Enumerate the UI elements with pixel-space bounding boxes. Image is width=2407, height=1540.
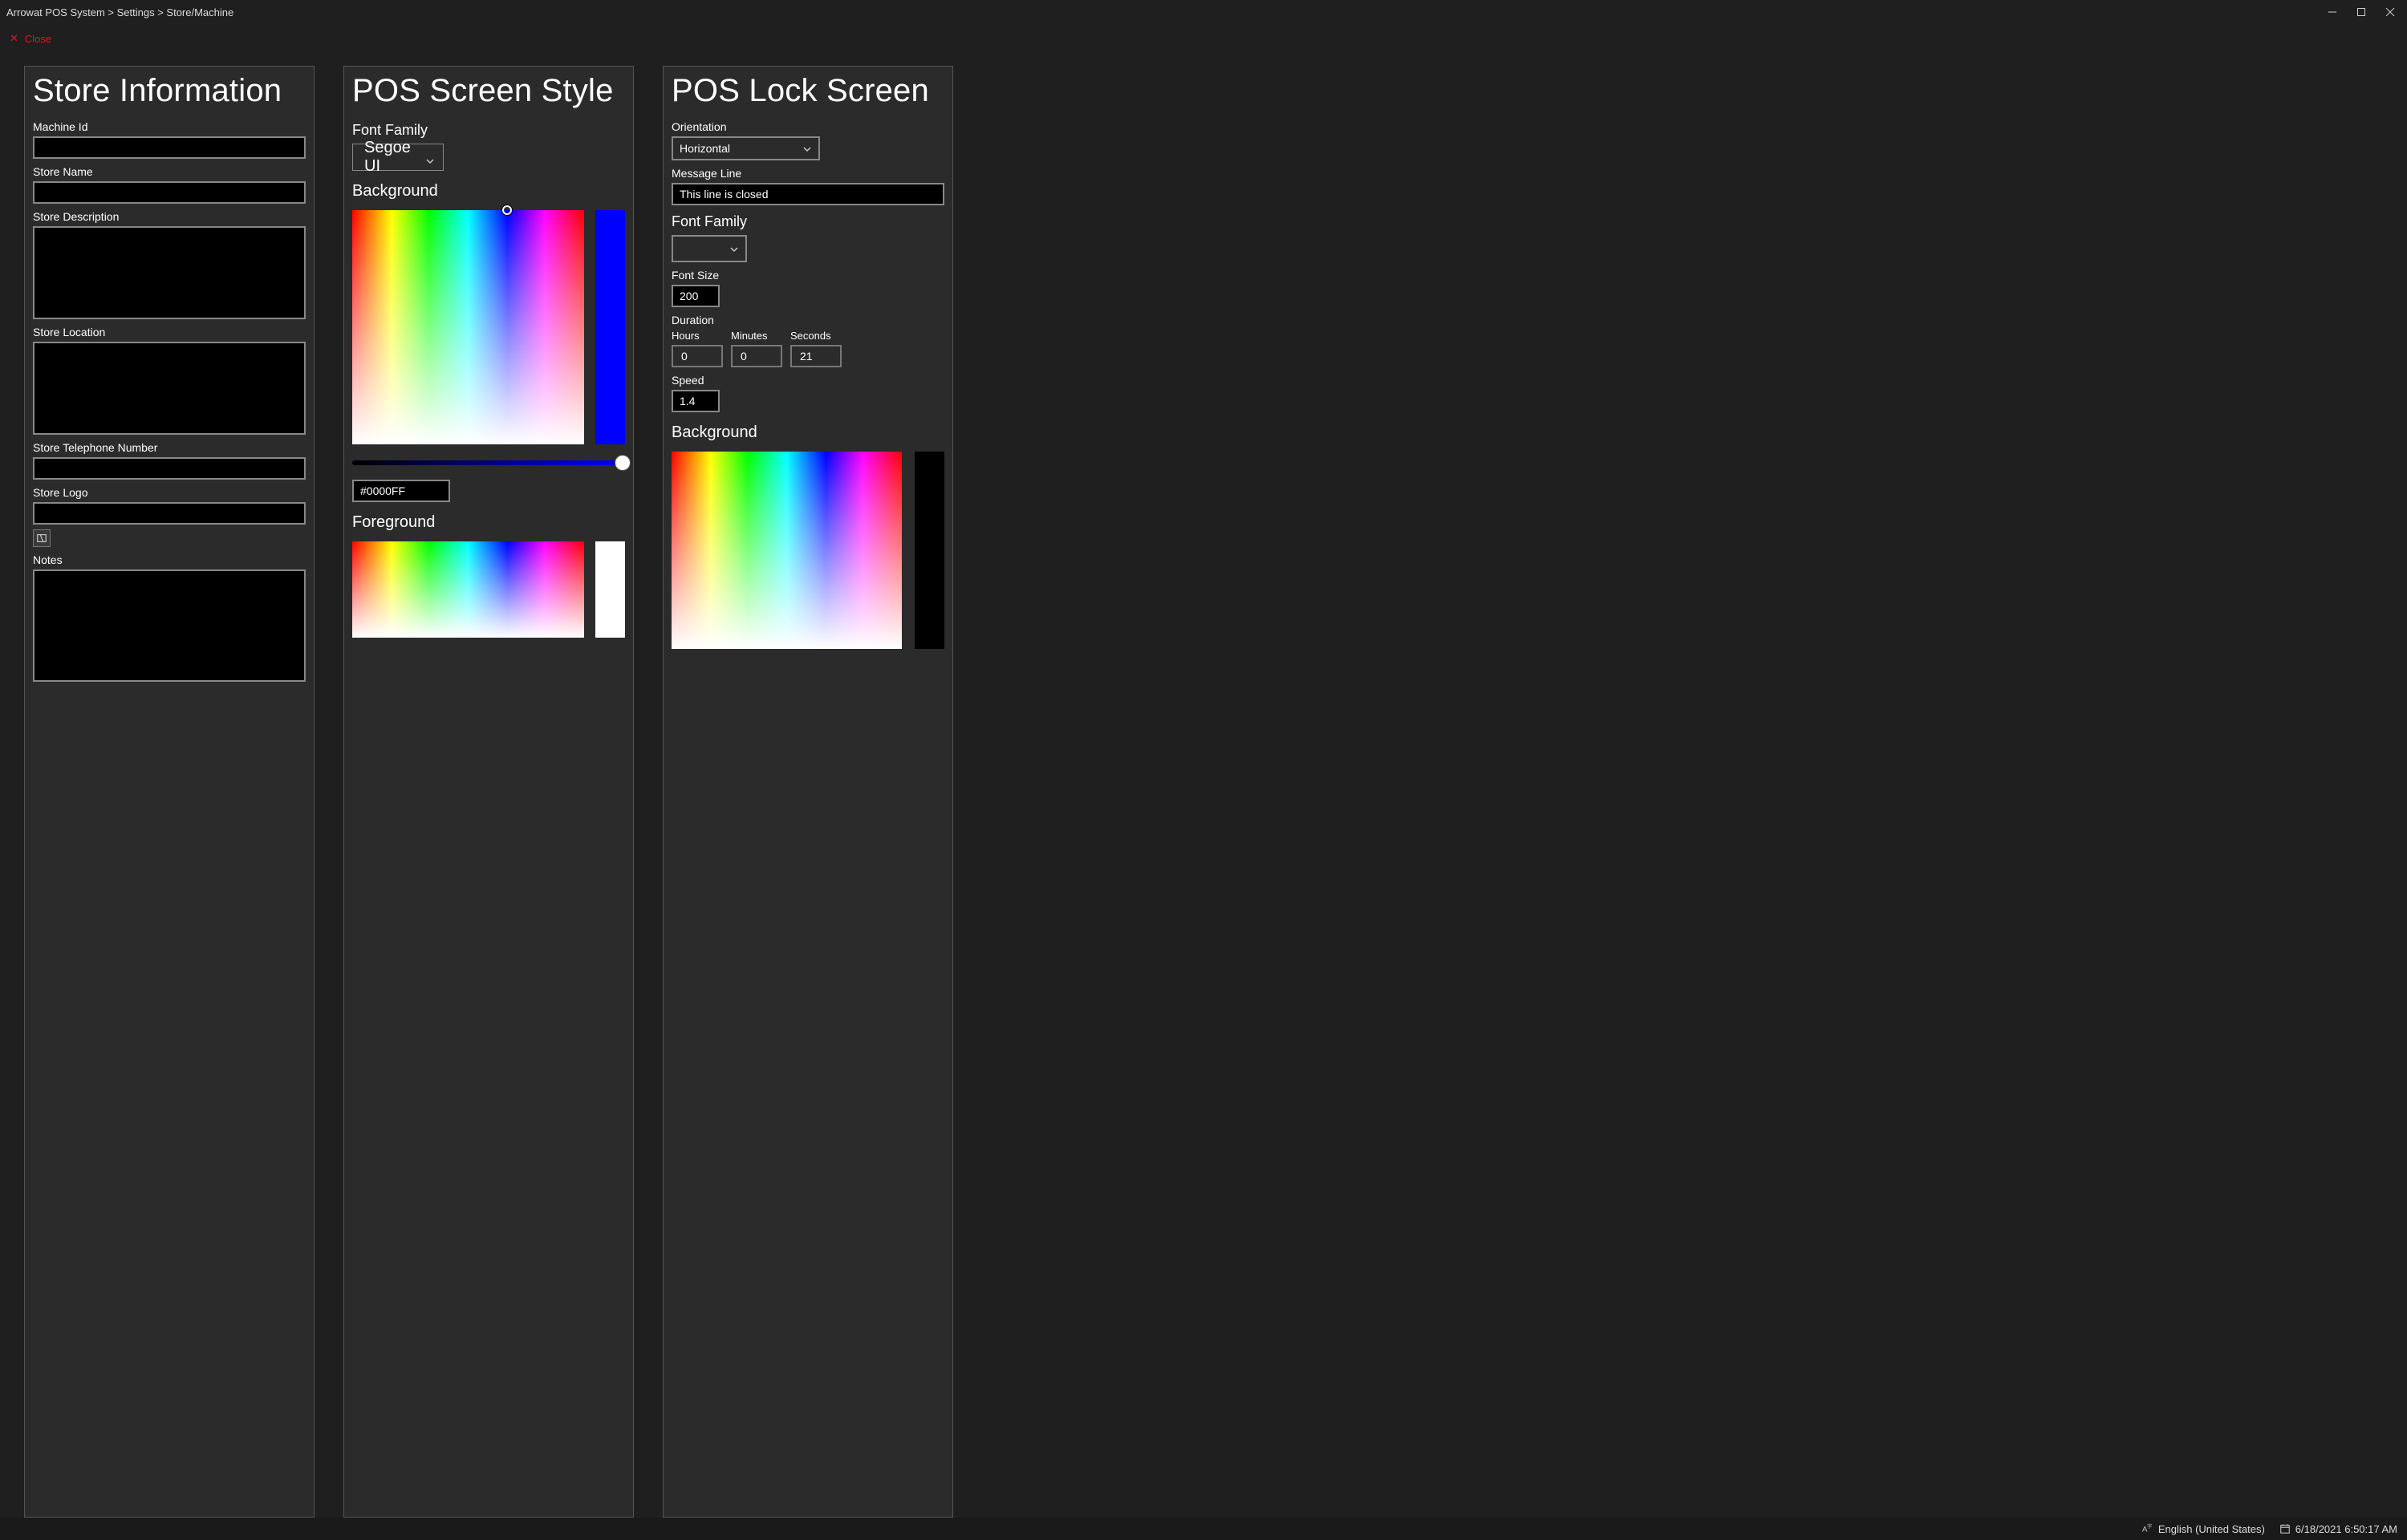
chevron-down-icon [802, 144, 812, 153]
background-color-picker [352, 210, 625, 444]
store-location-input[interactable] [33, 342, 306, 435]
language-value: English (United States) [2158, 1523, 2265, 1535]
datetime-value: 6/18/2021 6:50:17 AM [2295, 1523, 2397, 1535]
lock-background-color-picker [672, 452, 944, 649]
font-family-select-style[interactable]: Segoe UI [352, 144, 444, 171]
content-area: Store Information Machine Id Store Name … [0, 53, 2407, 1518]
calendar-icon [2279, 1523, 2291, 1534]
language-icon: A 字 [2142, 1523, 2153, 1534]
duration-row: Hours 0 Minutes 0 Seconds 21 [672, 330, 944, 367]
notes-input[interactable] [33, 569, 306, 682]
foreground-spectrum[interactable] [352, 541, 584, 638]
store-description-label: Store Description [33, 210, 306, 223]
store-logo-input[interactable] [33, 502, 306, 525]
panel-title-store-info: Store Information [33, 73, 306, 109]
font-size-input[interactable] [672, 285, 720, 307]
slider-thumb-icon [615, 456, 630, 470]
status-datetime: 6/18/2021 6:50:17 AM [2279, 1523, 2397, 1535]
duration-label: Duration [672, 314, 944, 326]
open-file-icon [36, 533, 47, 544]
message-line-input[interactable] [672, 183, 944, 205]
statusbar: A 字 English (United States) 6/18/2021 6:… [0, 1518, 2407, 1540]
seconds-value: 21 [800, 350, 813, 363]
minutes-label: Minutes [731, 330, 782, 342]
font-family-value-style: Segoe UI [364, 139, 425, 176]
background-luminosity-slider[interactable] [352, 460, 628, 465]
window-controls [2327, 6, 2401, 18]
close-label: Close [25, 33, 51, 45]
maximize-button[interactable] [2356, 6, 2367, 18]
font-size-label: Font Size [672, 269, 944, 282]
hours-label: Hours [672, 330, 723, 342]
store-location-label: Store Location [33, 326, 306, 338]
store-name-input[interactable] [33, 181, 306, 204]
hours-select[interactable]: 0 [672, 345, 723, 367]
background-swatch [595, 210, 625, 444]
background-label-lock: Background [672, 424, 944, 442]
pos-screen-style-panel: POS Screen Style Font Family Segoe UI Ba… [343, 66, 634, 1518]
orientation-value: Horizontal [680, 142, 730, 155]
seconds-select[interactable]: 21 [790, 345, 842, 367]
speed-label: Speed [672, 374, 944, 387]
store-telephone-input[interactable] [33, 457, 306, 480]
foreground-color-picker [352, 541, 625, 638]
seconds-label: Seconds [790, 330, 842, 342]
chevron-down-icon [425, 152, 435, 162]
foreground-label-style: Foreground [352, 513, 625, 532]
lock-background-spectrum[interactable] [672, 452, 902, 649]
panel-title-lock-screen: POS Lock Screen [672, 73, 944, 109]
store-name-label: Store Name [33, 165, 306, 178]
orientation-select[interactable]: Horizontal [672, 136, 820, 160]
toolbar: ✕ Close [0, 24, 2407, 53]
font-family-select-lock[interactable] [672, 235, 747, 262]
machine-id-label: Machine Id [33, 120, 306, 133]
background-spectrum[interactable] [352, 210, 584, 444]
minutes-select[interactable]: 0 [731, 345, 782, 367]
font-family-label-style: Font Family [352, 122, 625, 139]
hours-value: 0 [681, 350, 688, 363]
spectrum-cursor-icon [502, 205, 512, 215]
orientation-label: Orientation [672, 120, 944, 133]
store-description-input[interactable] [33, 226, 306, 319]
font-family-label-lock: Font Family [672, 213, 944, 230]
status-language[interactable]: A 字 English (United States) [2142, 1523, 2265, 1535]
message-line-label: Message Line [672, 167, 944, 180]
breadcrumb: Arrowat POS System > Settings > Store/Ma… [6, 6, 233, 18]
panel-title-screen-style: POS Screen Style [352, 73, 625, 109]
notes-label: Notes [33, 553, 306, 566]
store-logo-label: Store Logo [33, 486, 306, 499]
close-icon: ✕ [10, 32, 18, 45]
browse-logo-button[interactable] [33, 529, 51, 547]
foreground-swatch [595, 541, 625, 638]
minimize-button[interactable] [2327, 6, 2338, 18]
close-window-button[interactable] [2385, 6, 2396, 18]
minutes-value: 0 [741, 350, 747, 363]
pos-lock-screen-panel: POS Lock Screen Orientation Horizontal M… [663, 66, 953, 1518]
titlebar: Arrowat POS System > Settings > Store/Ma… [0, 0, 2407, 24]
chevron-down-icon [729, 244, 739, 253]
svg-text:字: 字 [2147, 1523, 2152, 1530]
lock-background-swatch [915, 452, 944, 649]
store-information-panel: Store Information Machine Id Store Name … [24, 66, 315, 1518]
store-telephone-label: Store Telephone Number [33, 441, 306, 454]
speed-input[interactable] [672, 390, 720, 412]
background-label-style: Background [352, 182, 625, 201]
machine-id-input[interactable] [33, 136, 306, 159]
background-hex-input[interactable] [352, 480, 450, 502]
close-button[interactable]: ✕ Close [10, 32, 51, 45]
